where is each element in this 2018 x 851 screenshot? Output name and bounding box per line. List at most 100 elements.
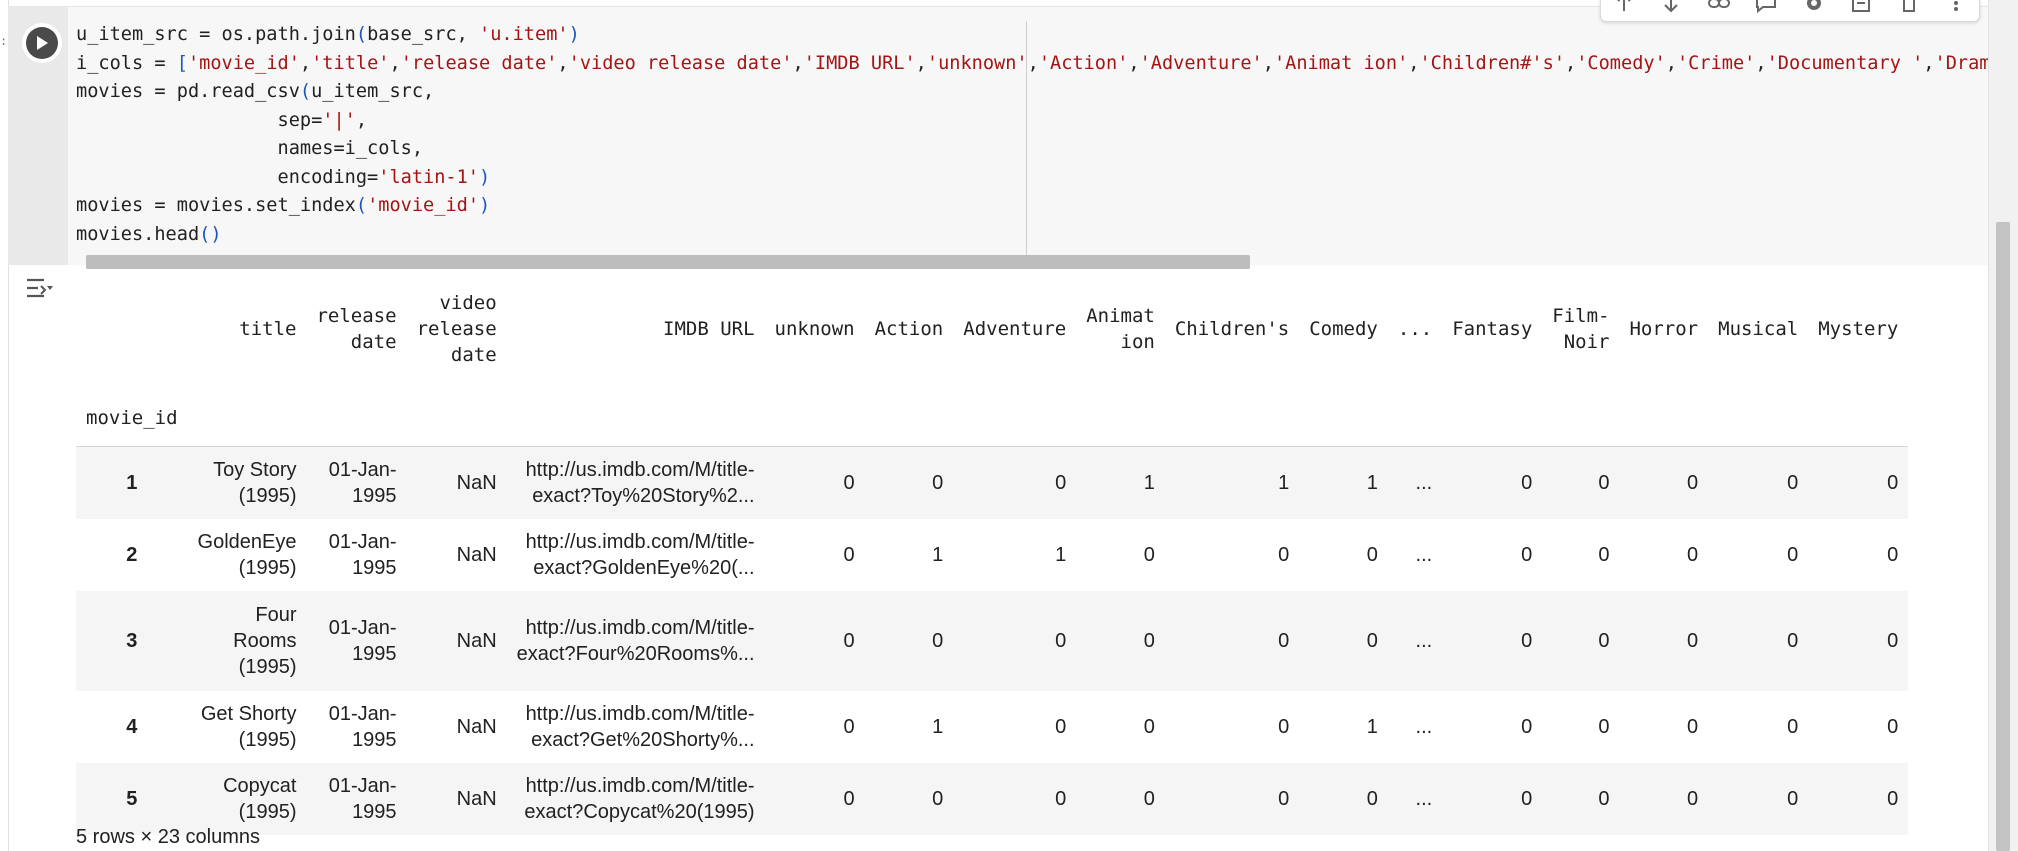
arrow-down-icon[interactable] <box>1659 0 1685 13</box>
cell-value: 0 <box>1366 787 1378 810</box>
vertical-scrollbar-thumb[interactable] <box>1996 222 2010 851</box>
cell-value: 0 <box>1887 629 1899 652</box>
code-token: , <box>792 52 804 74</box>
code-token: 'IMDB URL' <box>803 52 916 74</box>
code-token: () <box>199 223 222 245</box>
index-name-row: movie_id <box>76 390 1909 447</box>
line-length-ruler <box>1026 21 1027 265</box>
column-header: unknown <box>774 318 855 340</box>
code-token: , <box>389 52 401 74</box>
cell-value: 0 <box>843 543 855 566</box>
code-editor[interactable]: u_item_src = os.path.join(base_src, 'u.i… <box>68 7 1988 265</box>
cell-value: 0 <box>1278 715 1290 738</box>
cell-video: NaN <box>456 715 497 738</box>
code-token: 'title' <box>311 52 390 74</box>
code-token: 'Crime' <box>1676 52 1756 74</box>
gear-icon[interactable] <box>1801 0 1827 13</box>
link-icon[interactable] <box>1706 0 1732 13</box>
cell-value: 0 <box>1521 471 1533 494</box>
code-token: 'Comedy' <box>1576 52 1666 74</box>
code-line: u_item_src = os.path.join(base_src, 'u.i… <box>76 21 1988 50</box>
code-token: movies = movies.set_index <box>76 195 356 216</box>
cell-video: NaN <box>456 787 497 810</box>
table-row: 4 Get Shorty (1995) 01-Jan- 1995 NaN http://… <box>76 691 1908 763</box>
code-token: 'Adventure' <box>1139 52 1263 74</box>
cell-value: 0 <box>1143 629 1155 652</box>
cell-value: 0 <box>1055 629 1067 652</box>
cell-value: 0 <box>843 629 855 652</box>
code-token: 'latin-1' <box>378 166 479 188</box>
cell-value: 0 <box>1055 787 1067 810</box>
cell-value: 0 <box>1278 629 1290 652</box>
horizontal-scrollbar[interactable] <box>86 255 1250 269</box>
code-token: ) <box>479 195 491 216</box>
gutter-marker: : <box>0 34 8 48</box>
cell-video: NaN <box>456 543 497 566</box>
delete-icon[interactable] <box>1896 0 1922 13</box>
cell-release: 01-Jan- 1995 <box>328 458 397 507</box>
code-line: movies = movies.set_index('movie_id') <box>76 192 1988 221</box>
cell-value: 0 <box>932 787 944 810</box>
cell-value: 0 <box>1143 543 1155 566</box>
column-header: title <box>239 318 297 340</box>
row-index: 5 <box>126 787 138 810</box>
cell-value: 0 <box>1143 715 1155 738</box>
cell-value: 1 <box>1366 471 1378 494</box>
cell-value: 0 <box>1687 715 1699 738</box>
cell-value: 0 <box>1687 543 1699 566</box>
arrow-up-icon[interactable] <box>1611 0 1637 13</box>
code-text[interactable]: u_item_src = os.path.join(base_src, 'u.i… <box>76 21 1988 249</box>
row-index: 2 <box>126 543 138 566</box>
cell-value: 1 <box>1055 543 1067 566</box>
code-token: 'unknown' <box>926 52 1028 74</box>
code-token: , <box>557 52 569 74</box>
cell-value: ... <box>1415 787 1433 810</box>
code-line: sep='|', <box>76 107 1988 136</box>
column-header: release date <box>316 305 397 353</box>
play-icon <box>26 27 58 59</box>
code-cell[interactable]: u_item_src = os.path.join(base_src, 'u.i… <box>8 6 1988 269</box>
code-token: 'Drama' <box>1934 52 1989 74</box>
code-token: ( <box>299 81 312 102</box>
code-token: '|' <box>322 109 356 131</box>
cell-title: Get Shorty (1995) <box>200 702 297 751</box>
cell-value: 0 <box>1521 787 1533 810</box>
cell-value: 1 <box>1278 471 1290 494</box>
cell-value: 0 <box>1598 715 1610 738</box>
row-index: 3 <box>126 629 138 652</box>
code-token: ( <box>355 24 368 45</box>
code-token: 'movie_id' <box>187 52 300 74</box>
cell-value: 1 <box>932 543 944 566</box>
cell-value: 0 <box>1787 471 1799 494</box>
code-token: 'u.item' <box>479 24 569 45</box>
code-token: encoding= <box>76 166 379 188</box>
run-cell-button[interactable] <box>22 23 62 63</box>
cell-value: 0 <box>1278 543 1290 566</box>
cell-value: 0 <box>1521 629 1533 652</box>
cell-value: 0 <box>1887 715 1899 738</box>
cell-value: 0 <box>1366 629 1378 652</box>
cell-value: 0 <box>932 471 944 494</box>
cell-video: NaN <box>456 471 497 494</box>
code-token: movies = pd.read_csv <box>76 81 300 102</box>
more-vert-icon[interactable] <box>1944 0 1970 13</box>
column-header: Fantasy <box>1452 318 1533 340</box>
cell-value: ... <box>1415 543 1433 566</box>
cell-value: 1 <box>1143 471 1155 494</box>
column-header: ... <box>1397 318 1433 340</box>
output-actions-icon[interactable] <box>24 276 54 302</box>
comment-icon[interactable] <box>1754 0 1780 13</box>
cell-value: 0 <box>1055 715 1067 738</box>
cell-value: 0 <box>1687 787 1699 810</box>
column-header: Musical <box>1718 318 1799 340</box>
code-line: movies = pd.read_csv(u_item_src, <box>76 78 1988 107</box>
cell-url: http://us.imdb.com/M/title- exact?Get%20… <box>525 702 755 751</box>
code-token: 'Animat ion' <box>1273 52 1409 74</box>
code-token: names=i_cols, <box>76 138 424 159</box>
cell-url: http://us.imdb.com/M/title- exact?Golden… <box>525 530 755 579</box>
column-header: IMDB URL <box>663 318 755 340</box>
cell-value: 0 <box>843 715 855 738</box>
cell-release: 01-Jan- 1995 <box>328 774 397 823</box>
mirror-cell-icon[interactable] <box>1849 0 1875 13</box>
index-header-blank <box>76 268 188 390</box>
